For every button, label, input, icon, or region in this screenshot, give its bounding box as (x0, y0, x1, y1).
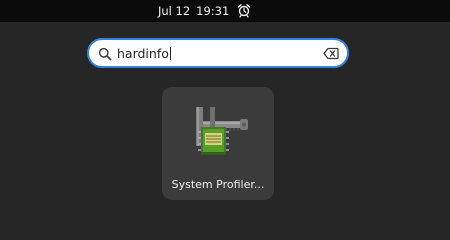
hardinfo-app-icon (196, 107, 248, 155)
clock-date: Jul 12 (158, 4, 191, 18)
search-input[interactable]: hardinfo (117, 46, 171, 62)
clock-time: 19:31 (196, 4, 230, 18)
top-bar: Jul 12 19:31 (0, 0, 450, 22)
alarm-clock-icon (237, 4, 251, 18)
text-caret (169, 47, 171, 60)
clock-button[interactable]: Jul 12 19:31 (158, 4, 229, 18)
search-icon (98, 47, 112, 61)
app-result-system-profiler[interactable]: System Profiler... (162, 87, 274, 200)
app-label: System Profiler... (171, 178, 265, 191)
search-input-value: hardinfo (117, 46, 169, 61)
search-field[interactable]: hardinfo (87, 38, 349, 68)
clear-text-icon[interactable] (323, 47, 339, 60)
